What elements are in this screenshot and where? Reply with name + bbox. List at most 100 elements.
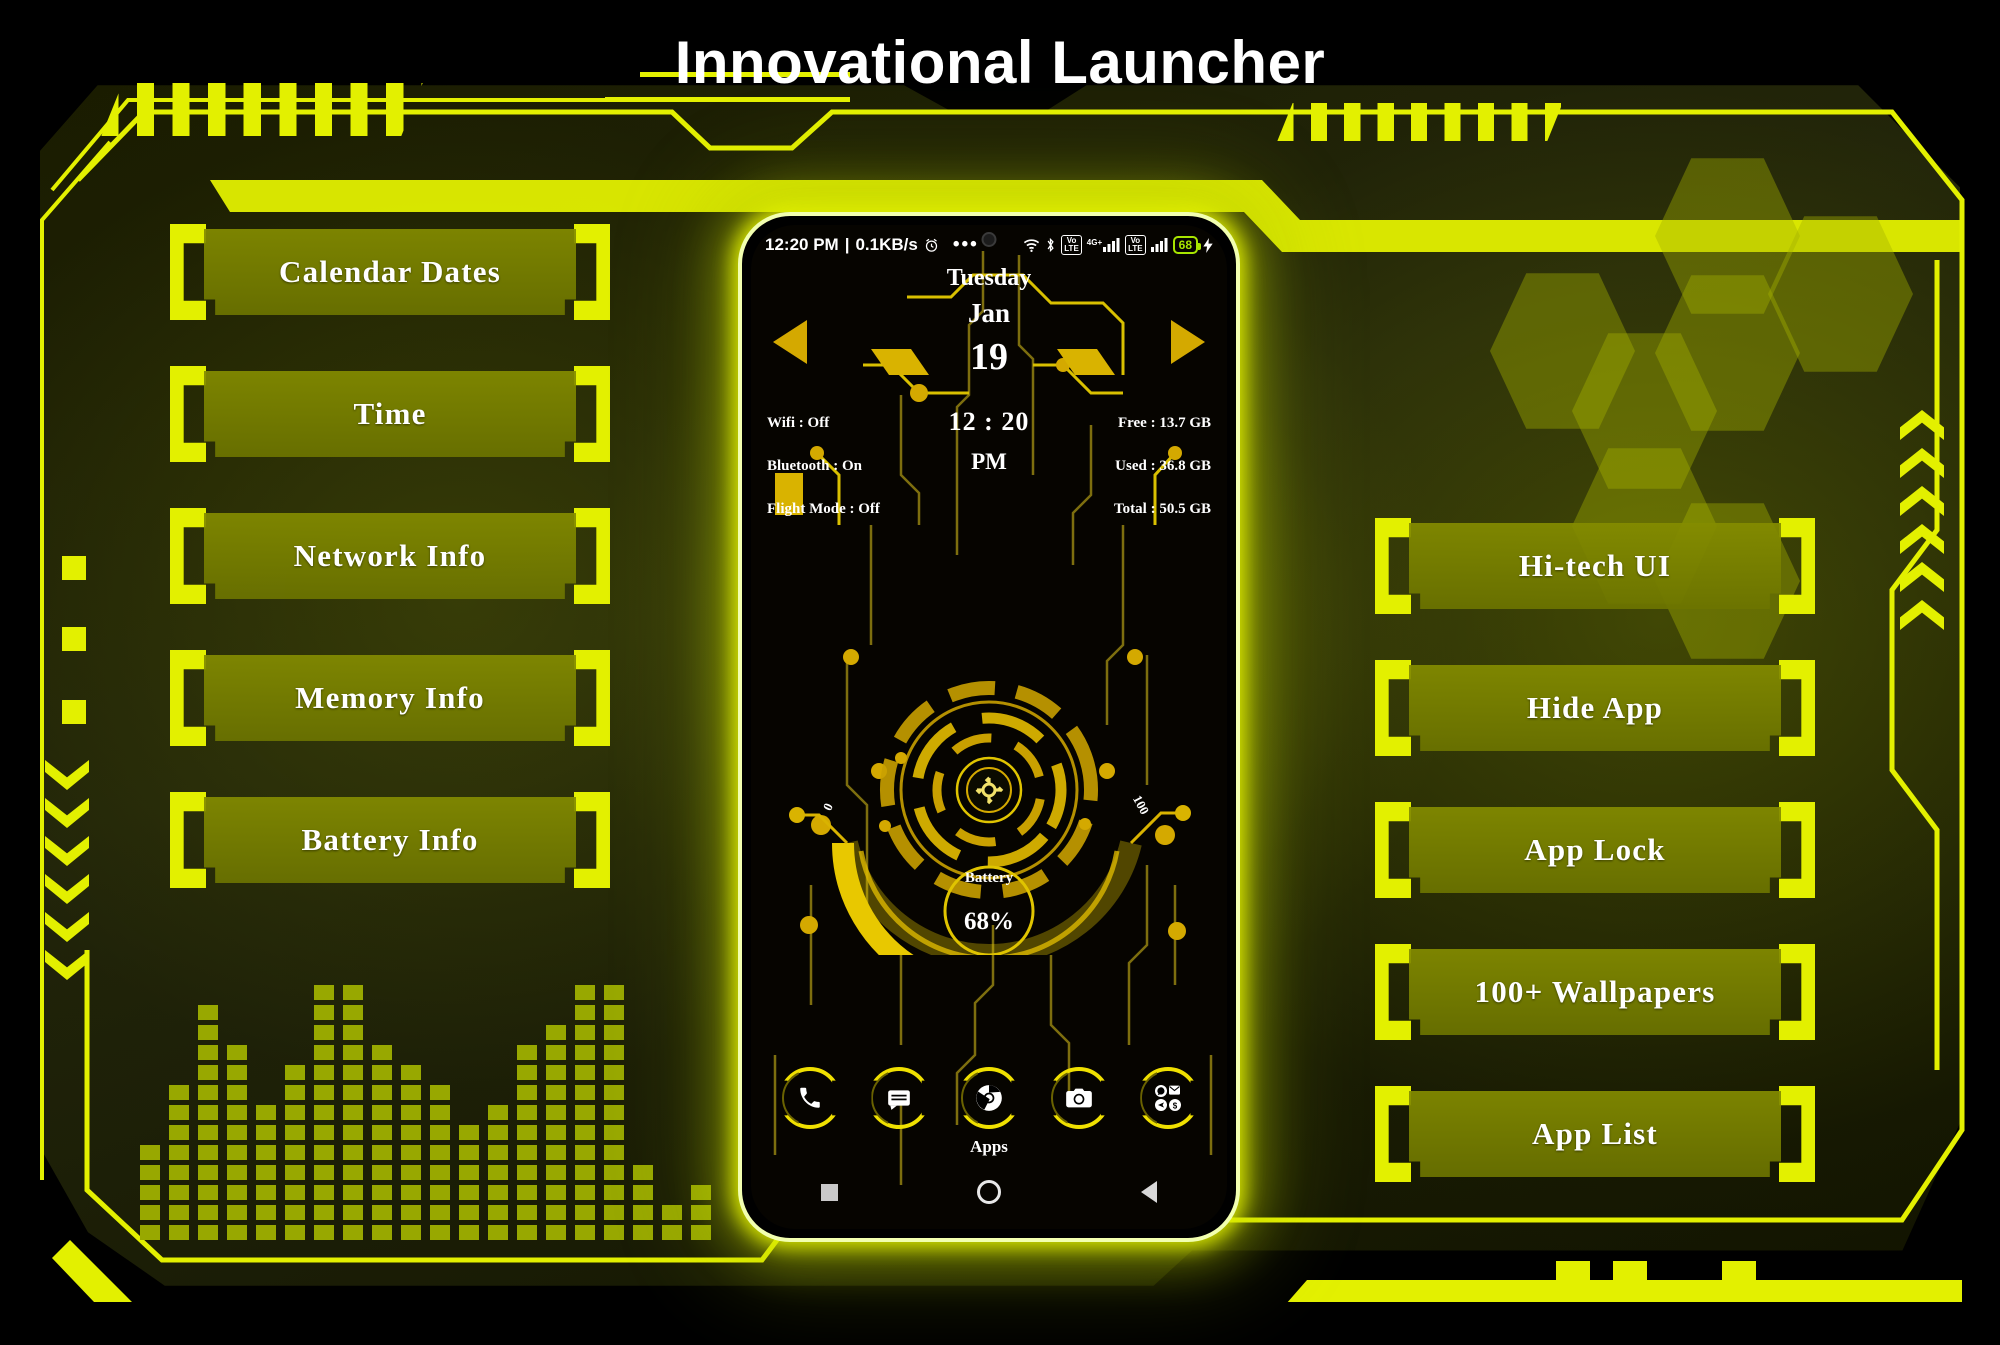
equalizer-cell [314,1045,334,1060]
equalizer-cell [343,1025,363,1040]
phone-mockup: 12:20 PM | 0.1KB/s ••• Vo LTE 4G+ Vo LTE… [738,212,1240,1242]
equalizer-cell [517,1065,537,1080]
equalizer-cell [314,985,334,1000]
menu-button-calendar-dates[interactable]: Calendar Dates [170,224,610,320]
date-weekday: Tuesday [946,265,1032,291]
left-marker-square-3 [62,700,86,724]
equalizer-cell [604,1105,624,1120]
equalizer-cell [604,1145,624,1160]
launcher-promo-screen: Innovational Launcher Calendar Dates Time… [0,0,2000,1345]
equalizer-cell [169,1105,189,1120]
equalizer-cell [604,1225,624,1240]
connectivity-info-panel: Wifi : Off Bluetooth : On Flight Mode : Of… [767,415,880,518]
status-clock: 12:20 PM [765,235,839,254]
equalizer-cell [198,1185,218,1200]
equalizer-bar [198,1005,218,1240]
equalizer-cell [140,1225,160,1240]
equalizer-cell [227,1125,247,1140]
equalizer-cell [169,1225,189,1240]
equalizer-cell [633,1165,653,1180]
equalizer-cell [169,1165,189,1180]
equalizer-cell [604,1025,624,1040]
equalizer-bar [691,1185,711,1240]
equalizer-cell [198,1225,218,1240]
menu-button-label: Time [204,371,576,457]
equalizer-cell [459,1165,479,1180]
bracket-left-icon [170,650,206,746]
recents-button[interactable] [820,1183,838,1201]
equalizer-cell [227,1165,247,1180]
equalizer-cell [372,1125,392,1140]
equalizer-cell [198,1045,218,1060]
back-button[interactable] [1141,1181,1158,1203]
bracket-left-icon [1375,1086,1411,1182]
equalizer-cell [633,1185,653,1200]
clock-time: 12 : 20 [948,407,1030,436]
equalizer-cell [169,1125,189,1140]
menu-button-label: Hi-tech UI [1409,523,1781,609]
equalizer-cell [459,1205,479,1220]
bracket-left-icon [170,792,206,888]
equalizer-cell [604,1065,624,1080]
bracket-left-icon [1375,518,1411,614]
storage-info-panel: Free : 13.7 GB Used : 36.8 GB Total : 50.5… [1114,415,1211,518]
equalizer-cell [546,1125,566,1140]
equalizer-cell [575,1145,595,1160]
dock-app-drawer-button[interactable]: $ [1137,1067,1200,1129]
equalizer-cell [314,1225,334,1240]
menu-button-memory-info[interactable]: Memory Info [170,650,610,746]
dock-chrome-button[interactable] [957,1067,1020,1129]
home-button[interactable] [977,1180,1002,1204]
storage-total: Total : 50.5 GB [1114,501,1211,517]
menu-button-network-info[interactable]: Network Info [170,508,610,604]
equalizer-cell [401,1105,421,1120]
equalizer-cell [430,1225,450,1240]
equalizer-cell [401,1145,421,1160]
menu-button-hi-tech-ui[interactable]: Hi-tech UI [1375,518,1815,614]
equalizer-cell [546,1025,566,1040]
equalizer-cell [517,1125,537,1140]
equalizer-cell [314,1205,334,1220]
equalizer-cell [314,1065,334,1080]
battery-ring-widget[interactable]: 0 100 Battery 68% [779,615,1199,1000]
dock-camera-button[interactable] [1047,1067,1110,1129]
equalizer-cell [604,1085,624,1100]
apps-drawer-label[interactable]: Apps [970,1137,1008,1157]
menu-button-app-lock[interactable]: App Lock [1375,802,1815,898]
date-widget[interactable]: Tuesday Jan 19 [889,265,1089,379]
equalizer-bar [459,1125,479,1240]
menu-button-hide-app[interactable]: Hide App [1375,660,1815,756]
equalizer-cell [517,1145,537,1160]
equalizer-cell [198,1065,218,1080]
equalizer-cell [372,1225,392,1240]
equalizer-cell [604,1125,624,1140]
menu-button-wallpapers[interactable]: 100+ Wallpapers [1375,944,1815,1040]
equalizer-cell [430,1125,450,1140]
left-chevron-stack [45,760,89,980]
equalizer-cell [546,1165,566,1180]
equalizer-cell [546,1185,566,1200]
equalizer-cell [343,1005,363,1020]
equalizer-bar [488,1105,508,1240]
menu-button-app-list[interactable]: App List [1375,1086,1815,1182]
network-type-label: 4G+ [1086,238,1103,247]
bracket-right-icon [1779,660,1815,756]
equalizer-cell [604,1165,624,1180]
phone-screen: 12:20 PM | 0.1KB/s ••• Vo LTE 4G+ Vo LTE… [751,225,1227,1229]
equalizer-cell [691,1225,711,1240]
equalizer-cell [691,1205,711,1220]
menu-button-battery-info[interactable]: Battery Info [170,792,610,888]
left-marker-square-2 [62,627,86,651]
bracket-left-icon [170,224,206,320]
dock-phone-button[interactable] [778,1067,841,1129]
equalizer-cell [372,1145,392,1160]
bracket-right-icon [1779,518,1815,614]
menu-button-time[interactable]: Time [170,366,610,462]
dock-messages-button[interactable] [868,1067,931,1129]
equalizer-cell [285,1145,305,1160]
equalizer-cell [198,1205,218,1220]
equalizer-cell [343,1225,363,1240]
clock-widget[interactable]: 12 : 20 PM [949,407,1030,475]
equalizer-bar [256,1105,276,1240]
equalizer-cell [401,1185,421,1200]
